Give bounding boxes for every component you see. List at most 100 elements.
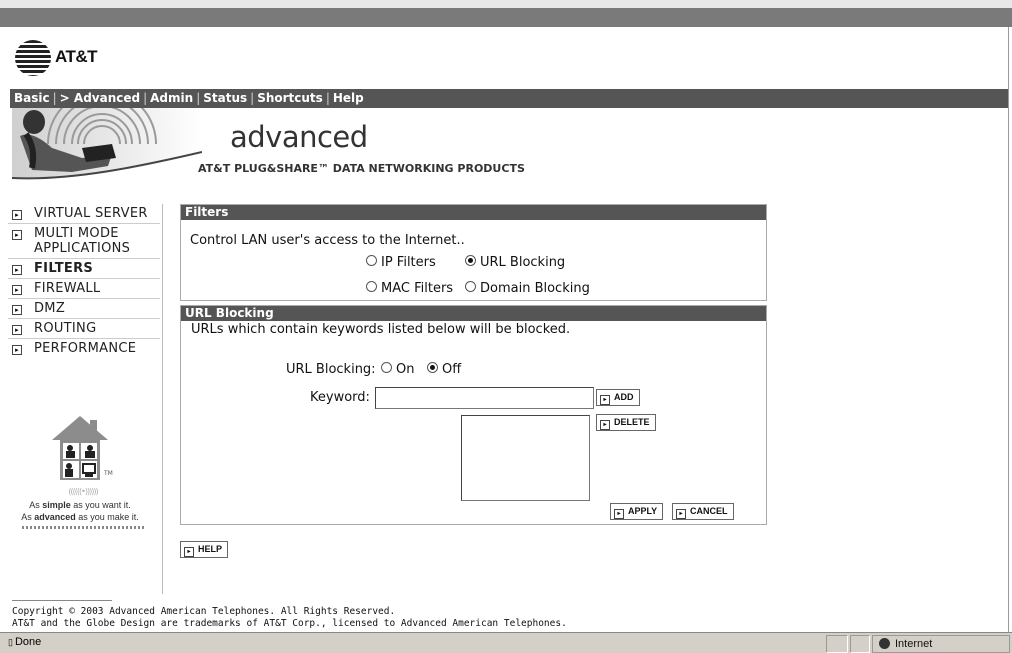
radio-icon[interactable] [465, 281, 476, 292]
page-icon: ▯ [8, 637, 13, 647]
dotted-divider [22, 526, 144, 529]
menu-item-performance[interactable]: ▸ PERFORMANCE [8, 339, 160, 358]
url-blocking-off-option[interactable]: Off [427, 362, 461, 377]
keyword-input[interactable] [375, 387, 594, 409]
add-button[interactable]: ▸ ADD [596, 389, 640, 406]
filter-option-mac[interactable]: MAC Filters [366, 281, 453, 296]
status-cell [826, 635, 848, 653]
keyword-label: Keyword: [310, 390, 370, 405]
url-blocking-toggle-label: URL Blocking: [286, 362, 376, 377]
menu-item-multi-mode-applications[interactable]: ▸ MULTI MODE APPLICATIONS [8, 224, 160, 259]
on-label: On [396, 362, 415, 377]
footer-rule [12, 600, 112, 601]
status-label: Done [14, 636, 42, 648]
banner-subtitle: AT&T PLUG&SHARE™ DATA NETWORKING PRODUCT… [198, 162, 525, 175]
zone-label: Internet [895, 638, 933, 650]
filter-option-ip[interactable]: IP Filters [366, 255, 436, 270]
menu-item-dmz[interactable]: ▸ DMZ [8, 299, 160, 319]
menu-item-label: ROUTING [34, 321, 97, 336]
filter-option-url[interactable]: URL Blocking [465, 255, 565, 270]
arrow-box-icon: ▸ [12, 325, 22, 335]
nav-separator: | [325, 91, 330, 105]
nav-status[interactable]: Status [203, 89, 247, 108]
arrow-box-icon: ▸ [12, 265, 22, 275]
copyright-text: Copyright © 2003 Advanced American Telep… [12, 606, 396, 617]
help-button-label: HELP [198, 544, 223, 554]
arrow-box-icon: ▸ [12, 210, 22, 220]
tagline-advanced: As advanced as you make it. [21, 512, 139, 522]
add-button-label: ADD [614, 392, 634, 402]
top-nav: Basic | > Advanced | Admin | Status | Shortcuts |… [10, 89, 1008, 108]
signal-wave-graphic: ((((((•)))))) [68, 487, 98, 496]
radio-icon[interactable] [366, 281, 377, 292]
keyword-list[interactable] [461, 415, 590, 501]
filter-option-label: MAC Filters [381, 281, 454, 296]
nav-advanced[interactable]: > Advanced [60, 89, 140, 108]
menu-item-label: DMZ [34, 301, 66, 316]
filters-panel-header: Filters [181, 205, 766, 220]
filter-option-label: URL Blocking [480, 255, 566, 270]
url-blocking-panel-header: URL Blocking [181, 306, 766, 321]
radio-selected-icon[interactable] [427, 362, 438, 373]
nav-basic[interactable]: Basic [14, 89, 50, 108]
help-button[interactable]: ▸ HELP [180, 541, 229, 558]
trademark-mark: TM [104, 470, 113, 477]
filter-option-domain[interactable]: Domain Blocking [465, 281, 590, 296]
att-globe-logo-icon [15, 40, 51, 76]
nav-admin[interactable]: Admin [150, 89, 193, 108]
arrow-box-icon: ▸ [600, 395, 610, 405]
url-blocking-description: URLs which contain keywords listed below… [191, 322, 571, 337]
menu-item-label: FILTERS [34, 261, 94, 276]
radio-icon[interactable] [366, 255, 377, 266]
apply-button-label: APPLY [628, 506, 658, 516]
menu-item-firewall[interactable]: ▸ FIREWALL [8, 279, 160, 299]
cancel-button[interactable]: ▸ CANCEL [672, 503, 734, 520]
arrow-box-icon: ▸ [614, 509, 624, 519]
banner-title: advanced [230, 120, 368, 154]
nav-separator: | [143, 91, 148, 105]
off-label: Off [442, 362, 462, 377]
menu-item-label: VIRTUAL SERVER [34, 206, 148, 221]
arrow-box-icon: ▸ [12, 305, 22, 315]
status-cell [850, 635, 870, 653]
cancel-button-label: CANCEL [690, 506, 728, 516]
arrow-box-icon: ▸ [12, 285, 22, 295]
radio-selected-icon[interactable] [465, 255, 476, 266]
arrow-box-icon: ▸ [12, 345, 22, 355]
menu-item-virtual-server[interactable]: ▸ VIRTUAL SERVER [8, 204, 160, 224]
url-blocking-on-option[interactable]: On [381, 362, 414, 377]
internet-globe-icon [879, 638, 890, 649]
menu-item-label: FIREWALL [34, 281, 101, 296]
apply-button[interactable]: ▸ APPLY [610, 503, 664, 520]
radio-icon[interactable] [381, 362, 392, 373]
nav-shortcuts[interactable]: Shortcuts [257, 89, 323, 108]
menu-item-routing[interactable]: ▸ ROUTING [8, 319, 160, 339]
menu-item-label: MULTI MODE APPLICATIONS [34, 226, 131, 256]
security-zone: Internet [872, 635, 1010, 653]
filters-description: Control LAN user's access to the Interne… [190, 233, 465, 248]
scrollbar-edge [1008, 27, 1009, 632]
arrow-box-icon: ▸ [600, 420, 610, 430]
arrow-box-icon: ▸ [184, 547, 194, 557]
window-top-edge [0, 0, 1012, 8]
sidebar-divider [162, 204, 163, 594]
filter-option-label: IP Filters [381, 255, 436, 270]
filter-option-label: Domain Blocking [480, 281, 590, 296]
menu-item-label: PERFORMANCE [34, 341, 137, 356]
nav-separator: | [250, 91, 255, 105]
trademark-text: AT&T and the Globe Design are trademarks… [12, 618, 567, 629]
arrow-box-icon: ▸ [12, 230, 22, 240]
tagline-simple: As simple as you want it. [29, 500, 131, 510]
nav-help[interactable]: Help [333, 89, 364, 108]
arrow-box-icon: ▸ [676, 509, 686, 519]
nav-separator: | [52, 91, 57, 105]
menu-item-filters[interactable]: ▸ FILTERS [8, 259, 160, 279]
banner-photo [12, 108, 202, 182]
left-menu: ▸ VIRTUAL SERVER ▸ MULTI MODE APPLICATIONS… [8, 204, 160, 358]
delete-button[interactable]: ▸ DELETE [596, 414, 656, 431]
status-text: ▯ Done [8, 636, 41, 648]
brand-logo-text: AT&T [55, 47, 98, 66]
delete-button-label: DELETE [614, 417, 650, 427]
house-logo-icon [50, 414, 110, 484]
nav-separator: | [196, 91, 201, 105]
